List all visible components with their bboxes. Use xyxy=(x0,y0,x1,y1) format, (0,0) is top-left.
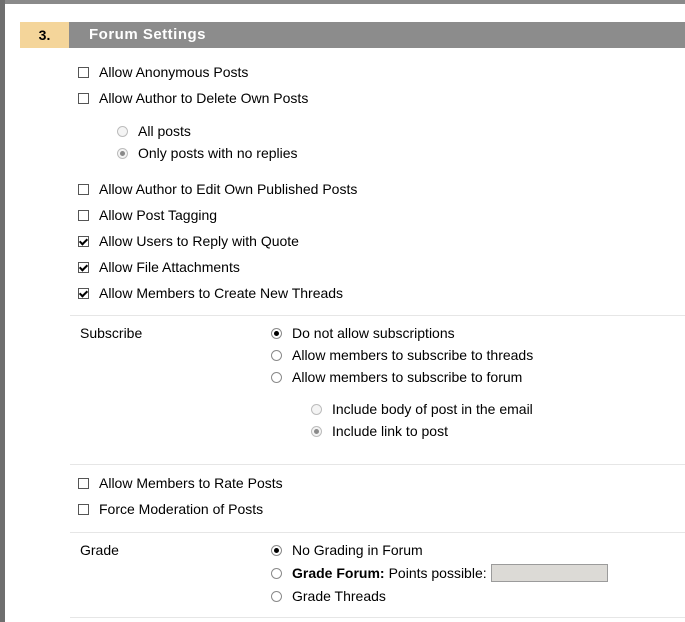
force-moderation-label: Force Moderation of Posts xyxy=(99,501,264,517)
edit-published-posts-checkbox[interactable] xyxy=(78,183,89,195)
no-grading-radio[interactable] xyxy=(271,544,282,556)
reply-with-quote-label: Allow Users to Reply with Quote xyxy=(99,233,299,249)
checkbox-row-force-moderation[interactable]: Force Moderation of Posts xyxy=(78,499,263,519)
checkbox-row-anonymous-posts[interactable]: Allow Anonymous Posts xyxy=(78,62,248,82)
subscribe-forum-radio[interactable] xyxy=(271,371,282,383)
radio-row-include-body[interactable]: Include body of post in the email xyxy=(311,399,533,419)
force-moderation-checkbox[interactable] xyxy=(78,503,89,515)
radio-row-include-link[interactable]: Include link to post xyxy=(311,421,448,441)
posts-no-replies-radio[interactable] xyxy=(117,147,128,159)
include-link-label: Include link to post xyxy=(332,423,448,439)
create-new-threads-checkbox[interactable] xyxy=(78,287,89,299)
radio-row-grade-forum[interactable]: Grade Forum: Points possible: xyxy=(271,563,608,583)
section-number: 3. xyxy=(20,22,69,48)
checkbox-row-rate-posts[interactable]: Allow Members to Rate Posts xyxy=(78,473,283,493)
include-link-radio[interactable] xyxy=(311,425,322,437)
radio-row-subscribe-threads[interactable]: Allow members to subscribe to threads xyxy=(271,345,533,365)
all-posts-radio[interactable] xyxy=(117,125,128,137)
post-tagging-label: Allow Post Tagging xyxy=(99,207,218,223)
radio-row-no-grading[interactable]: No Grading in Forum xyxy=(271,540,423,560)
checkbox-row-create-new-threads[interactable]: Allow Members to Create New Threads xyxy=(78,283,343,303)
checkbox-row-edit-published-posts[interactable]: Allow Author to Edit Own Published Posts xyxy=(78,179,357,199)
post-tagging-checkbox[interactable] xyxy=(78,209,89,221)
file-attachments-label: Allow File Attachments xyxy=(99,259,240,275)
all-posts-label: All posts xyxy=(138,123,191,139)
author-delete-posts-label: Allow Author to Delete Own Posts xyxy=(99,90,309,106)
grade-threads-label: Grade Threads xyxy=(292,588,386,604)
grade-forum-radio[interactable] xyxy=(271,567,282,579)
section-title: Forum Settings xyxy=(69,22,685,48)
frame-top-border xyxy=(0,0,685,4)
section-header: 3. Forum Settings xyxy=(20,22,685,48)
divider xyxy=(70,315,685,316)
grade-threads-radio[interactable] xyxy=(271,590,282,602)
divider xyxy=(70,617,685,618)
frame-left-border xyxy=(0,0,5,622)
no-subscriptions-label: Do not allow subscriptions xyxy=(292,325,455,341)
points-possible-label: Points possible: xyxy=(388,565,487,581)
divider xyxy=(70,464,685,465)
include-body-label: Include body of post in the email xyxy=(332,401,533,417)
anonymous-posts-checkbox[interactable] xyxy=(78,66,89,78)
include-body-radio[interactable] xyxy=(311,403,322,415)
grade-label: Grade xyxy=(80,542,119,558)
checkbox-row-reply-with-quote[interactable]: Allow Users to Reply with Quote xyxy=(78,231,299,251)
radio-row-grade-threads[interactable]: Grade Threads xyxy=(271,586,386,606)
edit-published-posts-label: Allow Author to Edit Own Published Posts xyxy=(99,181,358,197)
rate-posts-label: Allow Members to Rate Posts xyxy=(99,475,283,491)
points-possible-input[interactable] xyxy=(490,564,608,582)
radio-row-no-subscriptions[interactable]: Do not allow subscriptions xyxy=(271,323,455,343)
subscribe-threads-radio[interactable] xyxy=(271,349,282,361)
checkbox-row-file-attachments[interactable]: Allow File Attachments xyxy=(78,257,240,277)
reply-with-quote-checkbox[interactable] xyxy=(78,235,89,247)
subscribe-forum-label: Allow members to subscribe to forum xyxy=(292,369,523,385)
radio-row-all-posts[interactable]: All posts xyxy=(117,121,191,141)
anonymous-posts-label: Allow Anonymous Posts xyxy=(99,64,249,80)
posts-no-replies-label: Only posts with no replies xyxy=(138,145,298,161)
file-attachments-checkbox[interactable] xyxy=(78,261,89,273)
create-new-threads-label: Allow Members to Create New Threads xyxy=(99,285,344,301)
subscribe-label: Subscribe xyxy=(80,325,143,341)
no-grading-label: No Grading in Forum xyxy=(292,542,423,558)
author-delete-posts-checkbox[interactable] xyxy=(78,92,89,104)
checkbox-row-post-tagging[interactable]: Allow Post Tagging xyxy=(78,205,217,225)
radio-row-posts-no-replies[interactable]: Only posts with no replies xyxy=(117,143,298,163)
grade-forum-bold-label: Grade Forum: xyxy=(292,565,385,581)
rate-posts-checkbox[interactable] xyxy=(78,477,89,489)
divider xyxy=(70,532,685,533)
subscribe-threads-label: Allow members to subscribe to threads xyxy=(292,347,534,363)
radio-row-subscribe-forum[interactable]: Allow members to subscribe to forum xyxy=(271,367,522,387)
no-subscriptions-radio[interactable] xyxy=(271,327,282,339)
checkbox-row-author-delete-posts[interactable]: Allow Author to Delete Own Posts xyxy=(78,88,308,108)
